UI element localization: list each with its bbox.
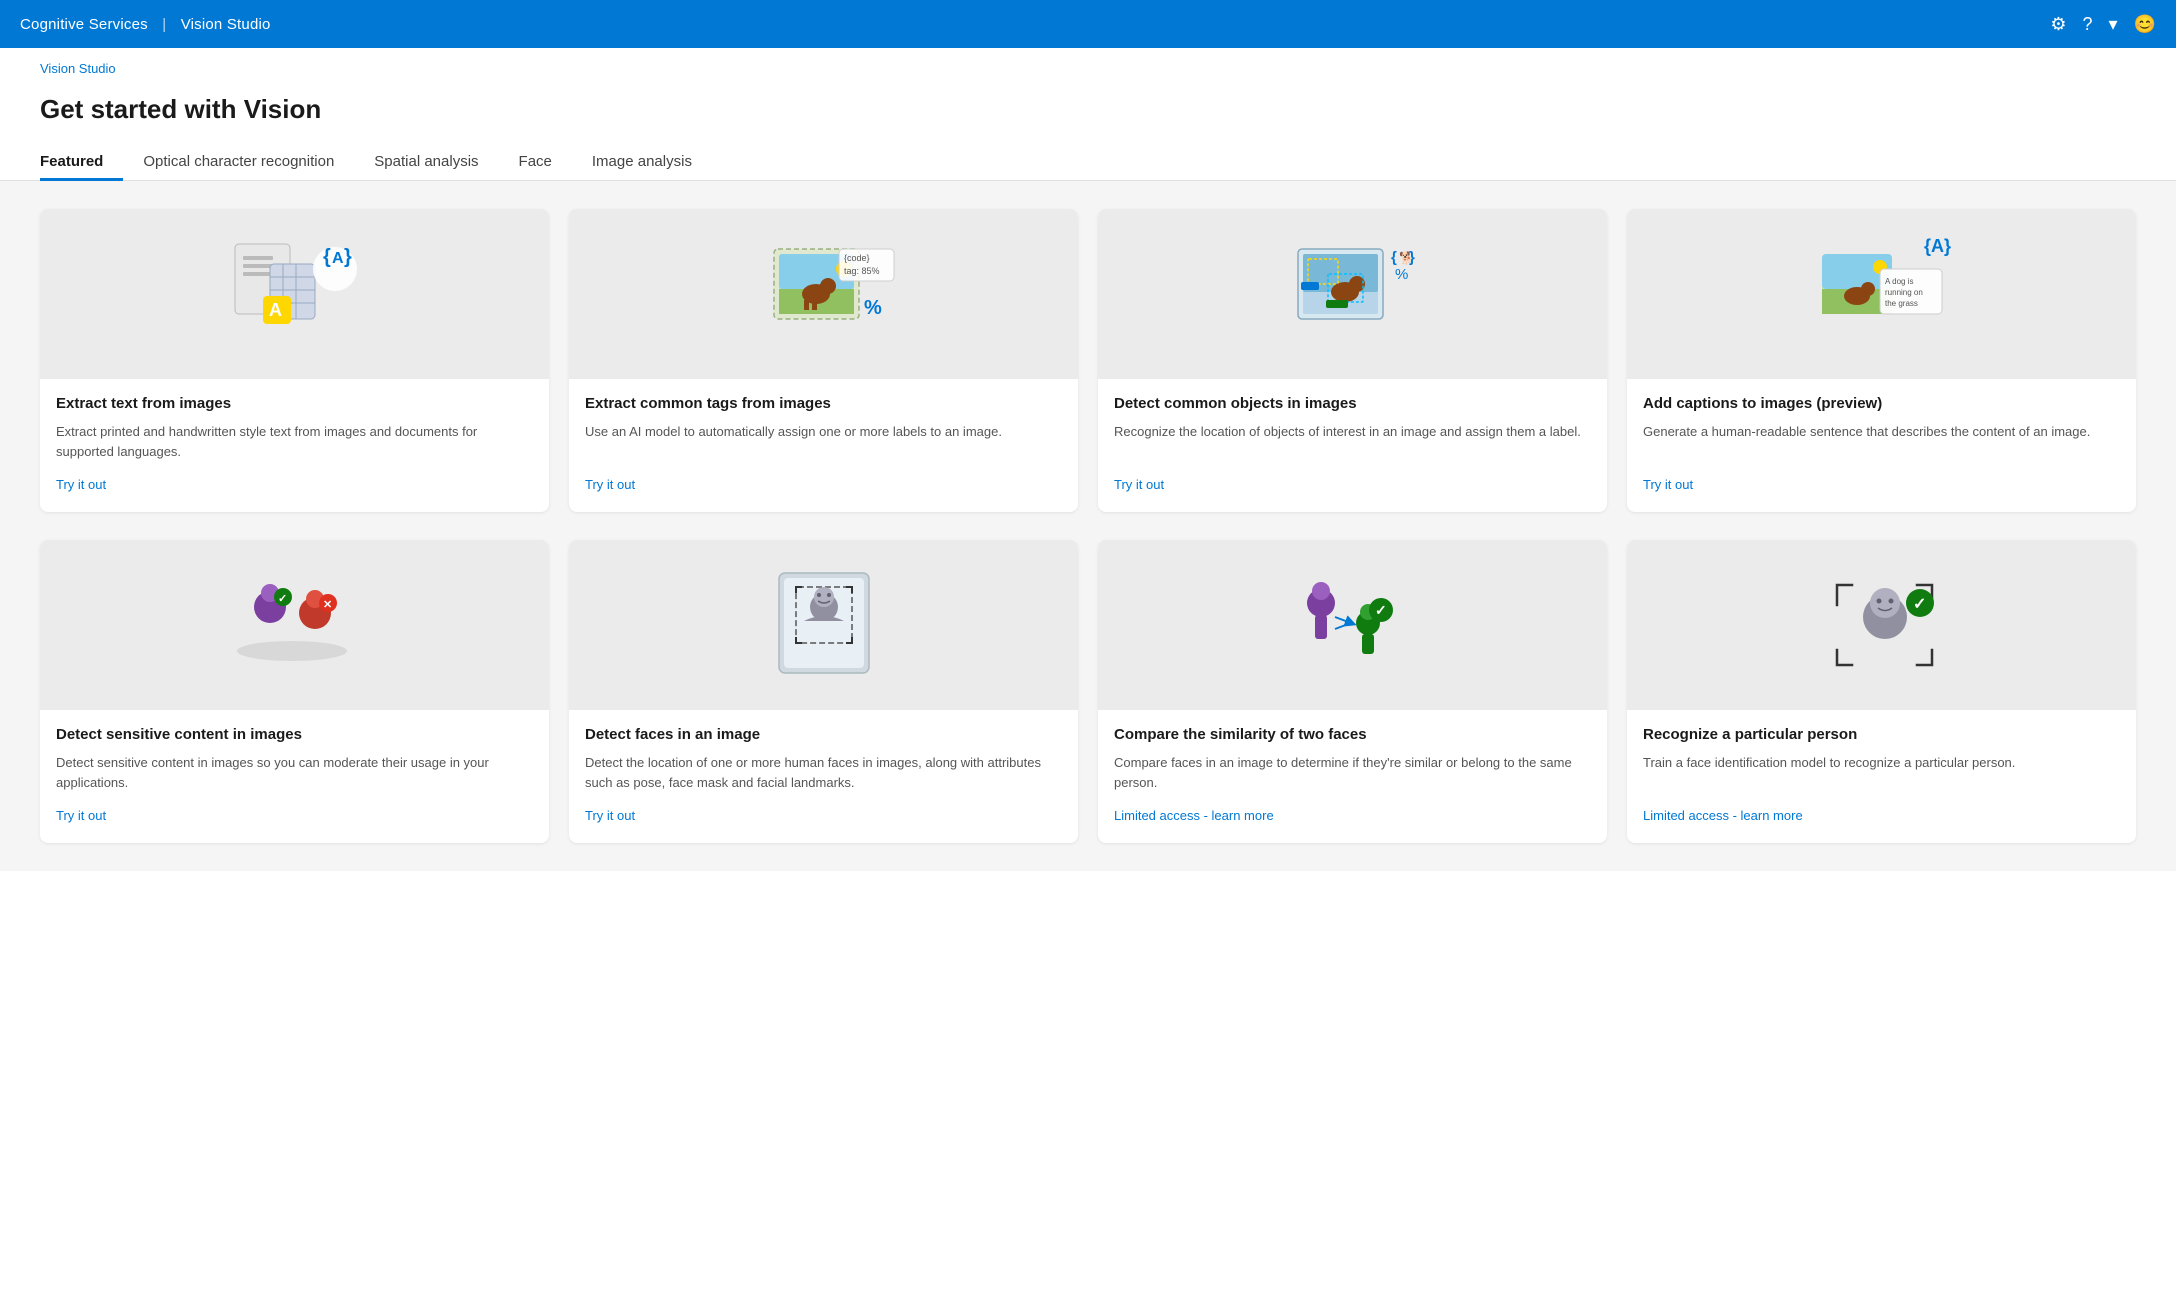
card-desc-detect-sensitive: Detect sensitive content in images so yo… [56, 753, 533, 792]
card-body-compare-faces: Compare the similarity of two faces Comp… [1098, 710, 1607, 843]
card-body-recognize-person: Recognize a particular person Train a fa… [1627, 710, 2136, 843]
svg-text:✓: ✓ [1913, 596, 1926, 613]
card-body-extract-tags: Extract common tags from images Use an A… [569, 379, 1078, 512]
svg-text:{: { [323, 246, 331, 268]
card-body-extract-text: Extract text from images Extract printed… [40, 379, 549, 512]
card-illustration-detect-objects: { 🐕 } % [1098, 209, 1607, 379]
card-title-recognize-person: Recognize a particular person [1643, 726, 2120, 743]
card-link-recognize-person[interactable]: Limited access - learn more [1643, 808, 2120, 823]
settings-icon[interactable]: ⚙ [2050, 14, 2066, 35]
breadcrumb-link[interactable]: Vision Studio [40, 61, 116, 76]
card-extract-tags: {code} tag: 85% % Extract common tags fr… [569, 209, 1078, 512]
brand-name: Cognitive Services [20, 16, 148, 33]
svg-text:✓: ✓ [1375, 602, 1387, 618]
card-detect-sensitive: ✓ ✕ Detect sensitive content in images D… [40, 540, 549, 843]
svg-text:✕: ✕ [323, 599, 332, 611]
svg-text:}: } [1409, 249, 1415, 266]
svg-text:%: % [864, 297, 882, 319]
card-title-detect-objects: Detect common objects in images [1114, 395, 1591, 412]
card-title-detect-faces: Detect faces in an image [585, 726, 1062, 743]
card-illustration-detect-faces [569, 540, 1078, 710]
card-desc-recognize-person: Train a face identification model to rec… [1643, 753, 2120, 792]
svg-text:{code}: {code} [844, 253, 870, 263]
page-title: Get started with Vision [40, 94, 2136, 125]
card-extract-text: { A } A Extract text from images Extract… [40, 209, 549, 512]
card-illustration-compare-faces: ✓ [1098, 540, 1607, 710]
card-desc-extract-tags: Use an AI model to automatically assign … [585, 422, 1062, 461]
card-illustration-extract-text: { A } A [40, 209, 549, 379]
svg-text:✓: ✓ [278, 593, 287, 605]
page-title-area: Get started with Vision [0, 78, 2176, 125]
svg-text:the grass: the grass [1885, 299, 1918, 308]
tab-spatial[interactable]: Spatial analysis [354, 145, 498, 181]
top-navigation: Cognitive Services | Vision Studio ⚙ ? ▾… [0, 0, 2176, 48]
card-link-compare-faces[interactable]: Limited access - learn more [1114, 808, 1591, 823]
card-illustration-recognize-person: ✓ [1627, 540, 2136, 710]
svg-text:A dog is: A dog is [1885, 277, 1913, 286]
card-link-detect-faces[interactable]: Try it out [585, 808, 1062, 823]
card-link-add-captions[interactable]: Try it out [1643, 477, 2120, 492]
card-title-extract-tags: Extract common tags from images [585, 395, 1062, 412]
card-compare-faces: ✓ Compare the similarity of two faces Co… [1098, 540, 1607, 843]
card-desc-extract-text: Extract printed and handwritten style te… [56, 422, 533, 461]
tab-featured[interactable]: Featured [40, 145, 123, 181]
card-link-extract-tags[interactable]: Try it out [585, 477, 1062, 492]
cards-grid-row2: ✓ ✕ Detect sensitive content in images D… [0, 540, 2176, 871]
card-desc-add-captions: Generate a human-readable sentence that … [1643, 422, 2120, 461]
help-icon[interactable]: ? [2083, 14, 2093, 35]
cards-grid-row1: { A } A Extract text from images Extract… [0, 181, 2176, 540]
svg-text:A: A [332, 250, 344, 267]
svg-text:}: } [344, 246, 352, 268]
card-illustration-detect-sensitive: ✓ ✕ [40, 540, 549, 710]
card-title-compare-faces: Compare the similarity of two faces [1114, 726, 1591, 743]
svg-text:tag: 85%: tag: 85% [844, 266, 880, 276]
card-body-add-captions: Add captions to images (preview) Generat… [1627, 379, 2136, 512]
svg-text:running on: running on [1885, 288, 1923, 297]
card-body-detect-sensitive: Detect sensitive content in images Detec… [40, 710, 549, 843]
svg-text:%: % [1395, 266, 1408, 283]
tabs-area: Featured Optical character recognition S… [0, 125, 2176, 181]
card-link-extract-text[interactable]: Try it out [56, 477, 533, 492]
card-illustration-extract-tags: {code} tag: 85% % [569, 209, 1078, 379]
card-detect-objects: { 🐕 } % Detect common objects in images … [1098, 209, 1607, 512]
svg-text:A: A [269, 300, 282, 320]
brand-separator: | [162, 16, 166, 33]
card-illustration-add-captions: A dog is running on the grass {A} [1627, 209, 2136, 379]
card-add-captions: A dog is running on the grass {A} Add ca… [1627, 209, 2136, 512]
tab-face[interactable]: Face [499, 145, 572, 181]
card-link-detect-objects[interactable]: Try it out [1114, 477, 1591, 492]
card-title-add-captions: Add captions to images (preview) [1643, 395, 2120, 412]
card-body-detect-objects: Detect common objects in images Recogniz… [1098, 379, 1607, 512]
topnav-icons: ⚙ ? ▾ 😊 [2050, 14, 2156, 35]
card-desc-compare-faces: Compare faces in an image to determine i… [1114, 753, 1591, 792]
svg-text:{A}: {A} [1924, 236, 1951, 256]
profile-icon[interactable]: 😊 [2134, 14, 2156, 35]
card-title-detect-sensitive: Detect sensitive content in images [56, 726, 533, 743]
breadcrumb-area: Vision Studio [0, 48, 2176, 78]
card-link-detect-sensitive[interactable]: Try it out [56, 808, 533, 823]
card-body-detect-faces: Detect faces in an image Detect the loca… [569, 710, 1078, 843]
tab-image-analysis[interactable]: Image analysis [572, 145, 712, 181]
dropdown-icon[interactable]: ▾ [2109, 14, 2118, 35]
card-desc-detect-faces: Detect the location of one or more human… [585, 753, 1062, 792]
card-desc-detect-objects: Recognize the location of objects of int… [1114, 422, 1591, 461]
app-name: Vision Studio [181, 16, 271, 33]
tab-ocr[interactable]: Optical character recognition [123, 145, 354, 181]
card-title-extract-text: Extract text from images [56, 395, 533, 412]
svg-text:{: { [1391, 249, 1397, 266]
card-detect-faces: Detect faces in an image Detect the loca… [569, 540, 1078, 843]
app-brand: Cognitive Services | Vision Studio [20, 16, 271, 33]
card-recognize-person: ✓ Recognize a particular person Train a … [1627, 540, 2136, 843]
